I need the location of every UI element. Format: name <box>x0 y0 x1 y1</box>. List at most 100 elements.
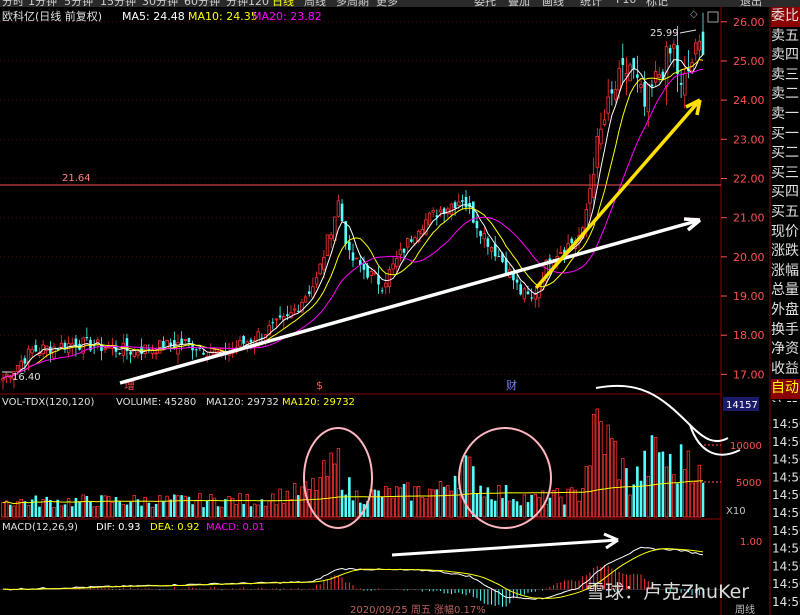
quote-field-3[interactable]: 卖三 <box>771 66 800 86</box>
volume-bar <box>4 500 9 518</box>
volume-bar <box>628 494 632 518</box>
volume-bar <box>26 505 31 518</box>
candle-body <box>373 272 377 275</box>
candle-body <box>19 360 23 370</box>
volume-bar <box>493 500 497 517</box>
quote-field-0[interactable]: 委比 <box>771 7 800 27</box>
quote-field-5[interactable]: 卖一 <box>771 105 800 125</box>
candle-body <box>274 318 279 321</box>
price-label-3: 23.00 <box>733 133 765 146</box>
candle-body <box>59 342 64 348</box>
candle-body <box>34 345 38 352</box>
volume-bar <box>668 453 672 517</box>
quote-field-7[interactable]: 买二 <box>771 144 800 164</box>
quote-field-12[interactable]: 涨跌 <box>771 242 800 262</box>
volume-bar <box>103 495 107 518</box>
candle-body <box>118 353 121 355</box>
volume-bar <box>508 500 512 518</box>
volume-bar <box>384 485 388 518</box>
vol-unit: X10 <box>726 506 746 517</box>
quote-field-11[interactable]: 现价 <box>771 223 800 243</box>
volume-bar <box>566 488 570 518</box>
volume-bar <box>256 504 260 518</box>
candle-body <box>559 252 563 254</box>
price-label-5: 21.00 <box>733 212 765 225</box>
candle-body <box>449 203 454 215</box>
volume-bar <box>224 499 227 517</box>
volume-bar <box>599 421 603 518</box>
volume-bar <box>442 486 446 517</box>
candle-body <box>242 336 245 344</box>
candle-body <box>431 209 435 213</box>
volume-bar <box>410 500 413 517</box>
candle-body <box>292 308 297 311</box>
candle-body <box>643 81 646 107</box>
volume-bar <box>70 506 74 517</box>
volume-bar <box>479 485 482 517</box>
quote-field-8[interactable]: 买三 <box>771 164 800 184</box>
volume-bar <box>162 500 165 517</box>
volume-bar <box>460 460 465 518</box>
quote-field-6[interactable]: 买一 <box>771 125 800 145</box>
volume-bar <box>613 440 618 518</box>
candle-body <box>457 201 461 206</box>
volume-bar <box>573 489 578 518</box>
volume-bar <box>227 496 231 518</box>
volume-bar <box>242 503 245 517</box>
quote-field-16[interactable]: 换手 <box>771 321 800 341</box>
volume-bar <box>140 505 143 517</box>
quote-field-10[interactable]: 买五 <box>771 203 800 223</box>
ma20-label: MA20: 23.82 <box>252 10 322 23</box>
bottom-right-tab[interactable]: 周线 <box>735 603 755 615</box>
volume-bar <box>544 503 548 518</box>
macd-dea-label: DEA: 0.92 <box>150 522 200 533</box>
quote-field-17[interactable]: 净资 <box>771 340 800 360</box>
volume-bar <box>100 495 103 517</box>
quote-field-18[interactable]: 收益 <box>771 360 800 380</box>
volume-bar <box>559 496 563 518</box>
time-row-10: 14:50 <box>772 595 800 609</box>
volume-bar <box>110 502 115 518</box>
quote-field-15[interactable]: 外盘 <box>771 301 800 321</box>
volume-bar <box>387 488 392 518</box>
candle-body <box>679 83 683 85</box>
volume-bar <box>427 488 432 518</box>
quote-field-1[interactable]: 卖五 <box>771 27 800 47</box>
quote-field-14[interactable]: 总量 <box>771 281 800 301</box>
volume-bar <box>136 499 140 517</box>
quote-field-9[interactable]: 买四 <box>771 183 800 203</box>
volume-bar <box>129 501 132 517</box>
volume-bar <box>147 502 151 517</box>
candle-body <box>351 252 355 261</box>
quote-field-2[interactable]: 卖四 <box>771 46 800 66</box>
volume-bar <box>490 499 493 517</box>
candle-body <box>613 89 618 100</box>
volume-bar <box>522 494 527 518</box>
volume-bar <box>249 506 253 517</box>
candle-body <box>657 74 661 78</box>
candle-body <box>154 352 158 355</box>
quote-field-13[interactable]: 涨幅 <box>771 262 800 282</box>
volume-bar <box>653 436 658 518</box>
quote-field-20[interactable]: 注册 <box>771 399 800 402</box>
volume-bar <box>150 506 155 518</box>
volume-bar <box>377 490 380 517</box>
volume-bar <box>621 458 625 518</box>
volume-bar <box>591 413 596 518</box>
time-row-7: 14:50 <box>772 542 800 556</box>
volume-bar <box>646 475 651 518</box>
volume-bar <box>617 479 621 518</box>
price-label-7: 19.00 <box>733 290 765 303</box>
volume-bar <box>497 484 501 518</box>
candle-body <box>482 233 486 240</box>
volume-bar <box>234 504 239 518</box>
volume-bar <box>402 483 406 517</box>
quote-side-panel: 委比 卖五 卖四 卖三 卖二 卖一 买一 买二 买三 买四 买五 现价 涨跌 涨幅 总量 外盘 换手 净资 收益 自动… <box>771 7 800 402</box>
price-label-6: 20.00 <box>733 251 765 264</box>
price-label-8: 18.00 <box>733 329 765 342</box>
chart-stage: 26.00 25.00 24.00 23.00 22.00 21.00 20.00 19.00… <box>0 7 800 615</box>
quote-field-19[interactable]: 自动 <box>771 379 800 399</box>
candle-body <box>475 221 479 229</box>
volume-bar <box>92 506 96 518</box>
quote-field-4[interactable]: 卖二 <box>771 85 800 105</box>
